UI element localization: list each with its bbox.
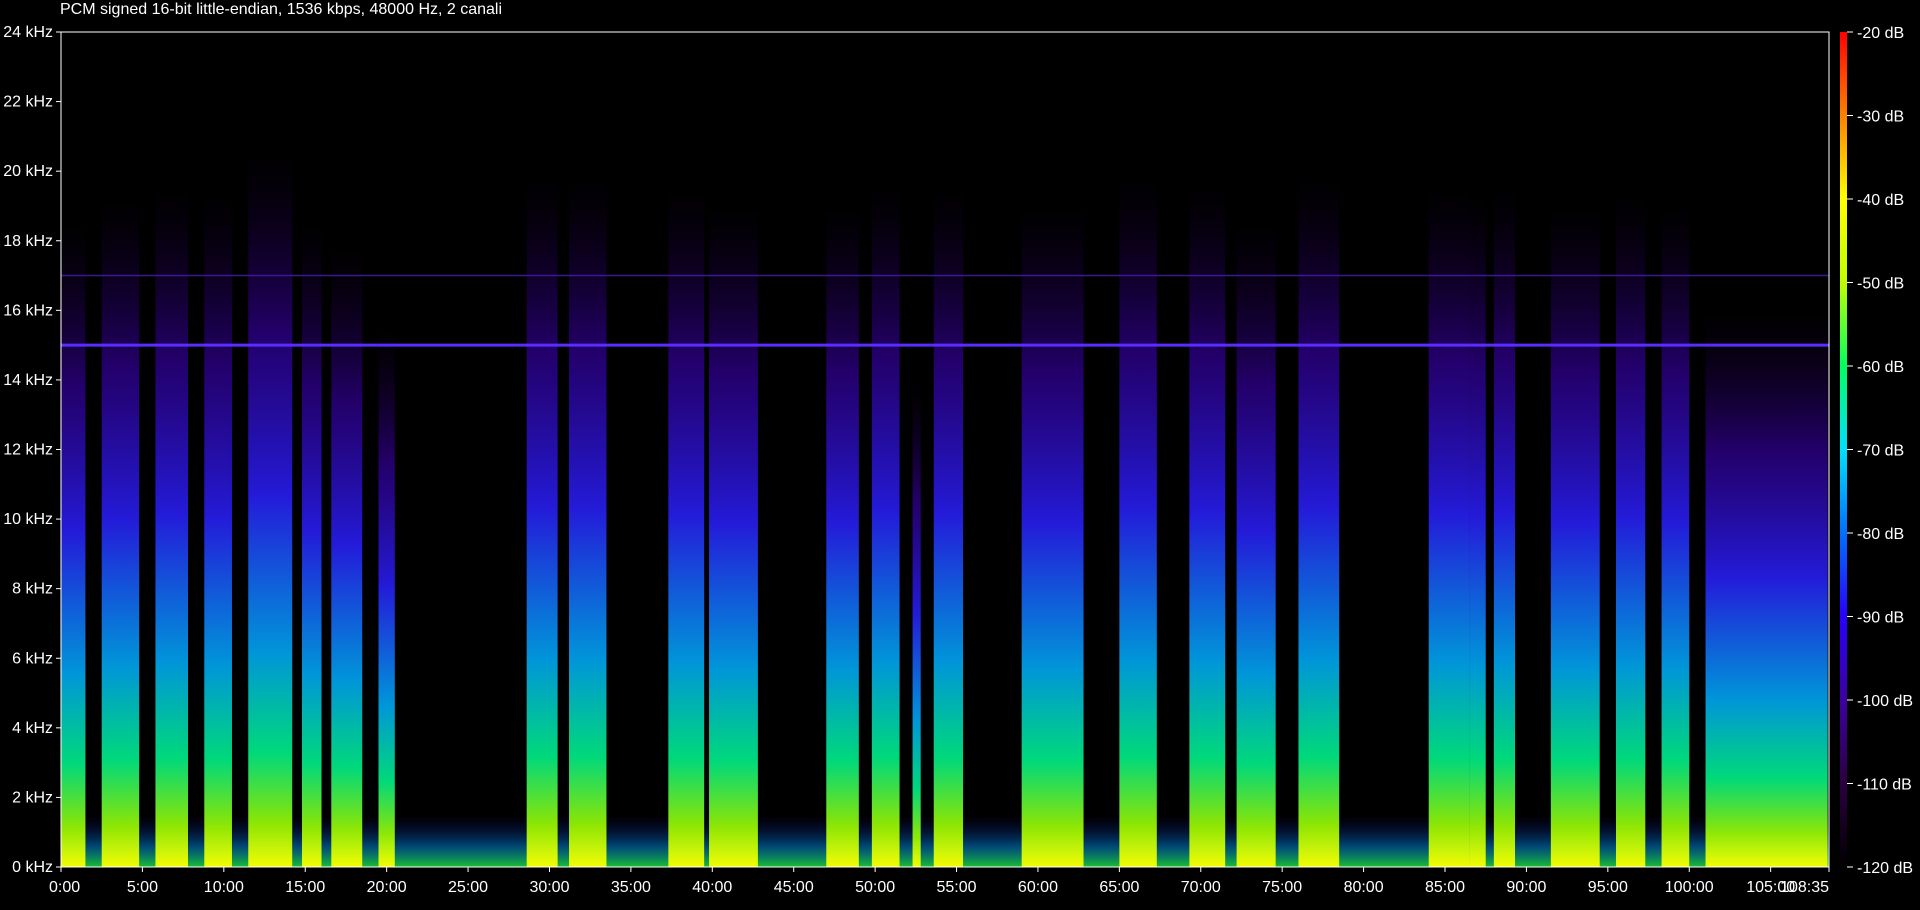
x-tick-label: 95:00 [1588,879,1628,896]
colorbar-tick-label: -30 dB [1857,109,1904,126]
plot-area [61,32,1829,868]
colorbar-tick-label: -60 dB [1857,359,1904,376]
loud-segment [204,195,232,868]
loud-segment [1493,188,1516,867]
y-tick-label: 6 kHz [12,650,53,667]
colorbar-gradient [1840,32,1847,867]
loud-segment [569,178,607,867]
y-tick-label: 22 kHz [3,94,53,111]
x-tick-label: 75:00 [1262,879,1302,896]
y-tick-label: 14 kHz [3,372,53,389]
loud-segment [526,178,558,867]
colorbar-tick-label: -80 dB [1857,526,1904,543]
loud-segment [1615,195,1646,868]
loud-segment [1661,205,1690,868]
y-tick-label: 4 kHz [12,720,53,737]
y-tick-label: 8 kHz [12,581,53,598]
loud-segment [1189,185,1226,868]
colorbar-tick-label: -70 dB [1857,443,1904,460]
x-tick-label: 45:00 [774,879,814,896]
x-tick-label: 80:00 [1344,879,1384,896]
loud-segment [1428,188,1470,867]
loud-segment [1119,178,1157,867]
y-tick-label: 24 kHz [3,24,53,41]
loud-segment [378,327,395,868]
loud-segment [709,205,758,868]
x-tick-label: 108:35 [1780,879,1829,896]
colorbar: -20 dB -30 dB -40 dB -50 dB -60 dB -70 dB -80 … [1840,25,1913,877]
loud-segment [61,223,86,867]
x-tick-label: 70:00 [1181,879,1221,896]
x-tick-label: 20:00 [367,879,407,896]
colorbar-tick-label: -100 dB [1857,693,1913,710]
y-tick-label: 16 kHz [3,302,53,319]
loud-segment [155,188,189,867]
spectrogram-chart: 0 kHz 2 kHz 4 kHz 6 kHz 8 kHz 10 kHz 12 kHz 14 … [3,24,1913,896]
loud-segment [331,247,363,868]
colorbar-tick-label: -120 dB [1857,860,1913,877]
loud-segment [871,185,900,868]
x-tick-label: 5:00 [127,879,158,896]
y-tick-label: 18 kHz [3,233,53,250]
y-tick-label: 12 kHz [3,442,53,459]
loud-segment [1298,178,1340,867]
x-tick-label: 60:00 [1018,879,1058,896]
loud-segment [933,188,964,867]
loud-segment [1236,223,1276,867]
x-tick-label: 55:00 [937,879,977,896]
x-tick-label: 100:00 [1665,879,1714,896]
colorbar-tick-label: -50 dB [1857,276,1904,293]
x-tick-label: 65:00 [1099,879,1139,896]
colorbar-tick-label: -40 dB [1857,192,1904,209]
y-tick-label: 2 kHz [12,789,53,806]
x-tick-label: 25:00 [448,879,488,896]
colorbar-tick-label: -90 dB [1857,610,1904,627]
loud-segment [301,223,322,867]
y-tick-label: 10 kHz [3,511,53,528]
y-tick-label: 0 kHz [12,859,53,876]
loud-segment [826,205,859,868]
loud-segment [101,199,140,867]
loud-segment [1469,195,1486,868]
x-tick-label: 50:00 [855,879,895,896]
loud-segment [668,188,705,867]
x-tick-label: 0:00 [49,879,80,896]
x-tick-label: 90:00 [1506,879,1546,896]
x-tick-label: 10:00 [204,879,244,896]
loud-segment [1705,310,1828,867]
loud-segment [248,153,293,868]
x-tick-label: 35:00 [611,879,651,896]
loud-segment [1550,205,1600,868]
loud-segment [1021,205,1084,868]
x-tick-label: 85:00 [1425,879,1465,896]
x-tick-label: 40:00 [692,879,732,896]
colorbar-tick-label: -110 dB [1857,777,1912,794]
x-tick-label: 30:00 [529,879,569,896]
y-tick-label: 20 kHz [3,163,53,180]
colorbar-tick-label: -20 dB [1857,25,1904,42]
x-tick-label: 15:00 [285,879,325,896]
loud-segment [912,379,921,867]
